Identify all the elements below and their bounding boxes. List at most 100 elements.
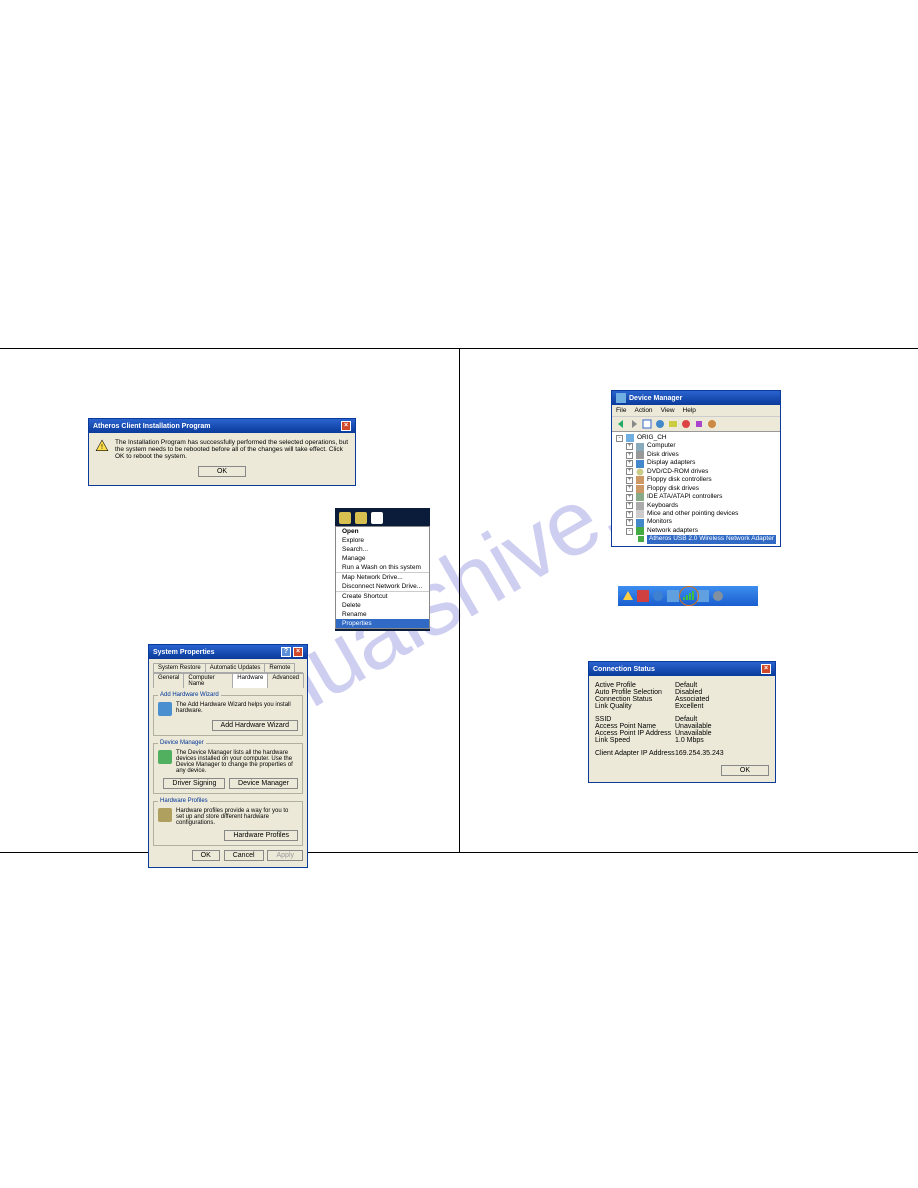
ctx-disconnect-drive[interactable]: Disconnect Network Drive...	[336, 582, 429, 591]
tree-label: Keyboards	[647, 502, 678, 510]
tree-label: Network adapters	[647, 527, 698, 535]
ctx-shortcut[interactable]: Create Shortcut	[336, 591, 429, 601]
menu-view[interactable]: View	[661, 407, 675, 414]
properties-icon[interactable]	[642, 419, 652, 429]
tab-general[interactable]: General	[153, 673, 184, 688]
tab-advanced[interactable]: Advanced	[267, 673, 304, 688]
sysprops-titlebar: System Properties ? ×	[149, 645, 307, 659]
expand-icon[interactable]: +	[626, 494, 633, 501]
ctx-open[interactable]: Open	[336, 527, 429, 536]
tree-label: Display adapters	[647, 459, 695, 467]
back-icon[interactable]	[616, 419, 626, 429]
keyboard-icon	[636, 502, 644, 510]
expand-icon[interactable]: +	[626, 468, 633, 475]
tab-system-restore[interactable]: System Restore	[153, 663, 206, 672]
cancel-button[interactable]: Cancel	[224, 850, 264, 861]
tree-node[interactable]: - Network adapters	[616, 527, 776, 535]
disable-icon[interactable]	[707, 419, 717, 429]
ctx-manage[interactable]: Manage	[336, 554, 429, 563]
ok-button[interactable]: OK	[198, 466, 246, 477]
tab-computer-name[interactable]: Computer Name	[183, 673, 233, 688]
warning-tray-icon[interactable]	[622, 590, 634, 602]
ctx-delete[interactable]: Delete	[336, 601, 429, 610]
tree-label: IDE ATA/ATAPI controllers	[647, 493, 722, 501]
collapse-icon[interactable]: -	[616, 435, 623, 442]
ctx-map-drive[interactable]: Map Network Drive...	[336, 572, 429, 582]
tab-auto-updates[interactable]: Automatic Updates	[205, 663, 266, 672]
close-icon[interactable]: ×	[341, 421, 351, 431]
expand-icon[interactable]: +	[626, 485, 633, 492]
status-row: Link QualityExcellent	[595, 703, 769, 710]
floppy-icon	[636, 485, 644, 493]
uninstall-icon[interactable]	[694, 419, 704, 429]
device-manager-group: Device Manager The Device Manager lists …	[153, 740, 303, 794]
driver-signing-button[interactable]: Driver Signing	[163, 778, 225, 789]
network-tray-icon[interactable]	[667, 590, 679, 602]
devmgr-text: The Device Manager lists all the hardwar…	[176, 750, 298, 774]
tree-node[interactable]: +Floppy disk controllers	[616, 476, 776, 484]
ctx-explore[interactable]: Explore	[336, 536, 429, 545]
adapter-icon	[638, 535, 644, 543]
expand-icon[interactable]: +	[626, 443, 633, 450]
help-icon[interactable]: ?	[281, 647, 291, 657]
tree-node[interactable]: + Keyboards	[616, 502, 776, 510]
folder-icon	[355, 512, 367, 524]
tree-root[interactable]: - ORIG_CH	[616, 434, 776, 442]
network-icon	[636, 527, 644, 535]
device-tree: - ORIG_CH +Computer +Disk drives + Displa…	[612, 432, 780, 546]
expand-icon[interactable]: +	[626, 519, 633, 526]
expand-icon[interactable]: +	[626, 511, 633, 518]
tree-node[interactable]: +DVD/CD-ROM drives	[616, 468, 776, 476]
add-hardware-button[interactable]: Add Hardware Wizard	[212, 720, 298, 731]
close-icon[interactable]: ×	[761, 664, 771, 674]
tree-node[interactable]: +Monitors	[616, 518, 776, 526]
user-tray-icon[interactable]	[712, 590, 724, 602]
tab-hardware[interactable]: Hardware	[232, 673, 268, 688]
tree-node[interactable]: + Mice and other pointing devices	[616, 510, 776, 518]
forward-icon[interactable]	[629, 419, 639, 429]
install-dialog-titlebar: Atheros Client Installation Program ×	[89, 419, 355, 433]
wizard-icon	[158, 702, 172, 716]
tree-node[interactable]: +Computer	[616, 442, 776, 450]
menu-help[interactable]: Help	[683, 407, 696, 414]
menu-file[interactable]: File	[616, 407, 626, 414]
svg-text:!: !	[101, 444, 103, 451]
expand-icon[interactable]: +	[626, 452, 633, 459]
ctx-search[interactable]: Search...	[336, 545, 429, 554]
close-icon[interactable]: ×	[293, 647, 303, 657]
tree-node[interactable]: + Display adapters	[616, 459, 776, 467]
ok-button[interactable]: OK	[721, 765, 769, 776]
shield-tray-icon[interactable]	[637, 590, 649, 602]
app-tray-icon[interactable]	[652, 590, 664, 602]
expand-icon[interactable]: +	[626, 460, 633, 467]
tree-node[interactable]: + IDE ATA/ATAPI controllers	[616, 493, 776, 501]
ctx-wash[interactable]: Run a Wash on this system	[336, 563, 429, 572]
apply-button[interactable]: Apply	[267, 850, 303, 861]
tree-node[interactable]: +Disk drives	[616, 451, 776, 459]
tree-label: Mice and other pointing devices	[647, 510, 738, 518]
expand-icon[interactable]: +	[626, 477, 633, 484]
ctx-rename[interactable]: Rename	[336, 610, 429, 619]
collapse-icon[interactable]: -	[626, 528, 633, 535]
hardware-profiles-button[interactable]: Hardware Profiles	[224, 830, 298, 841]
devmgr-titlebar: Device Manager	[612, 391, 780, 405]
update-icon[interactable]	[681, 419, 691, 429]
ide-icon	[636, 493, 644, 501]
install-dialog-message: The Installation Program has successfull…	[115, 439, 349, 460]
help-icon[interactable]	[655, 419, 665, 429]
tab-remote[interactable]: Remote	[264, 663, 295, 672]
warning-icon: !	[95, 439, 109, 453]
menu-action[interactable]: Action	[634, 407, 652, 414]
signal-tray-icon[interactable]	[682, 589, 694, 601]
expand-icon[interactable]: +	[626, 502, 633, 509]
status-row: Auto Profile SelectionDisabled	[595, 689, 769, 696]
device-manager-button[interactable]: Device Manager	[229, 778, 298, 789]
ctx-properties[interactable]: Properties	[336, 619, 429, 628]
status-row: Client Adapter IP Address169.254.35.243	[595, 750, 769, 757]
ok-button[interactable]: OK	[192, 850, 220, 861]
add-hw-legend: Add Hardware Wizard	[158, 692, 221, 698]
tree-node-selected[interactable]: Atheros USB 2.0 Wireless Network Adapter	[616, 535, 776, 543]
tree-node[interactable]: +Floppy disk drives	[616, 485, 776, 493]
system-tray	[618, 586, 758, 606]
scan-icon[interactable]	[668, 419, 678, 429]
